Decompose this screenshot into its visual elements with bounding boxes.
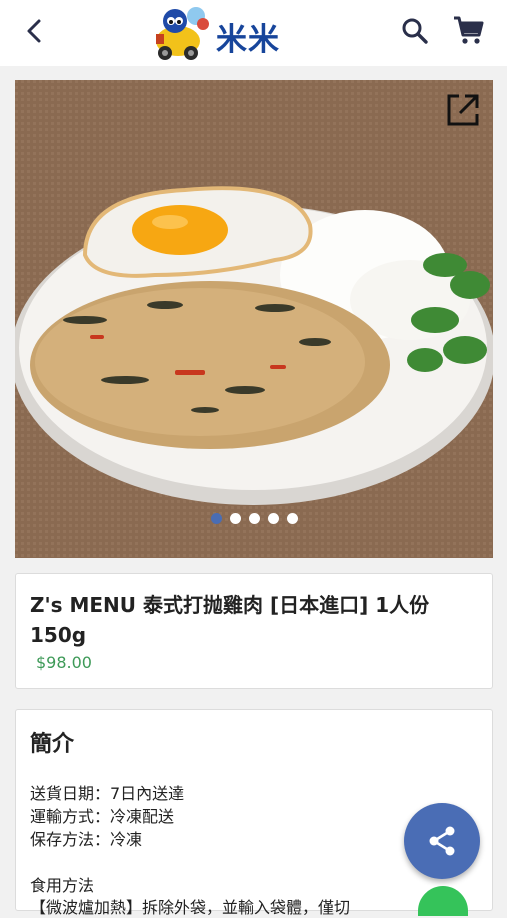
search-button[interactable] [400, 16, 430, 46]
product-title: Z's MENU 泰式打抛雞肉 [日本進口] 1人份 150g [30, 593, 430, 647]
chevron-left-icon [27, 19, 41, 43]
transport-method: 運輸方式：冷凍配送 [30, 807, 175, 826]
intro-heading: 簡介 [30, 732, 75, 757]
share-icon [429, 826, 455, 856]
top-app-bar: 米米 [0, 0, 507, 66]
brand-name: 米米 [216, 22, 280, 58]
brand-logo[interactable]: 米米 [148, 4, 308, 62]
back-button[interactable] [20, 16, 50, 46]
product-title-card: Z's MENU 泰式打抛雞肉 [日本進口] 1人份 150g $98.00 [15, 573, 493, 689]
slide-dot-4[interactable] [267, 513, 279, 524]
product-price: $98.00 [36, 653, 92, 672]
cart-button[interactable] [452, 14, 484, 46]
slide-indicators [15, 508, 493, 524]
slide-dot-1[interactable] [210, 513, 222, 524]
mascot-logo-icon [156, 7, 209, 60]
open-in-new-button[interactable] [445, 92, 481, 128]
slide-dot-2[interactable] [229, 513, 241, 524]
product-photo [15, 80, 493, 558]
open-in-new-icon [447, 94, 479, 126]
usage-heading: 食用方法 [30, 876, 95, 895]
search-icon [402, 18, 428, 44]
slide-dot-3[interactable] [248, 513, 260, 524]
shopping-cart-icon [454, 16, 484, 44]
delivery-date: 送貨日期：7日內送達 [30, 784, 185, 803]
slide-dot-5[interactable] [286, 513, 298, 524]
product-image-gallery[interactable] [15, 80, 493, 558]
storage-method: 保存方法：冷凍 [30, 830, 143, 849]
share-button[interactable] [404, 803, 480, 879]
usage-text: 【微波爐加熱】拆除外袋，並輸入袋體，僅切 [30, 898, 351, 917]
